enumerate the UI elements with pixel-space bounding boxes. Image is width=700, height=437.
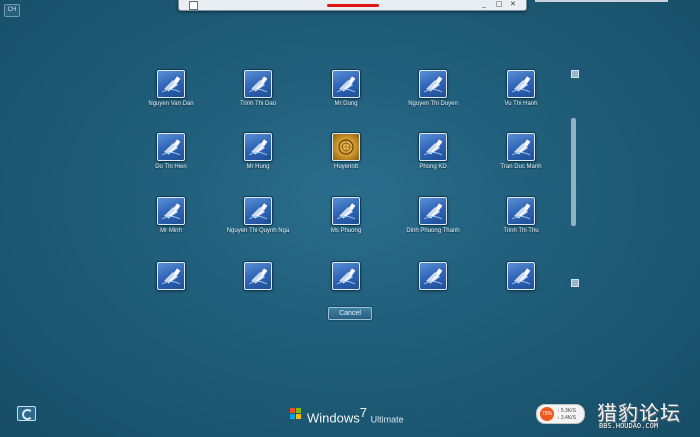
user-picture-icon [244, 70, 272, 98]
download-value: 3.4K/S [560, 415, 576, 421]
user-tile[interactable] [388, 262, 478, 314]
user-name: Mr Dung [334, 101, 358, 107]
network-speed-widget[interactable]: 76% ↑ 5.3K/S ↓ 3.4K/S [536, 404, 585, 424]
user-name: Vu Thi Hanh [504, 101, 538, 107]
user-picture-icon [419, 133, 447, 161]
user-tile[interactable]: Trinh Thi Thu [476, 197, 566, 249]
user-picture-icon [507, 133, 535, 161]
scrollbar-thumb[interactable] [571, 118, 576, 226]
ease-of-access-icon [22, 409, 33, 420]
upload-value: 5.3K/S [560, 408, 576, 414]
user-name: Phong KD [419, 164, 447, 170]
user-name: Trinh Thi Dao [239, 101, 276, 107]
user-picture-icon [419, 197, 447, 225]
brand-text: Windows7 Ultimate [307, 405, 404, 425]
user-tile[interactable] [126, 262, 216, 314]
user-picture-gold-icon [332, 133, 360, 161]
window-icon[interactable] [189, 1, 198, 10]
restore-button[interactable]: □ [496, 0, 503, 9]
scroll-up-button[interactable] [571, 70, 579, 78]
user-picture-icon [157, 197, 185, 225]
cancel-button[interactable]: Cancel [328, 307, 372, 320]
user-tile[interactable]: Do Thi Hien [126, 133, 216, 185]
user-tile[interactable]: Nguyen Thi Duyen [388, 70, 478, 122]
user-name: Trinh Thi Thu [503, 228, 539, 234]
download-rate: ↓ 3.4K/S [557, 415, 576, 421]
user-name: Ms Phuong [330, 228, 362, 234]
user-picture-icon [244, 133, 272, 161]
upload-rate: ↑ 5.3K/S [557, 408, 576, 414]
language-indicator[interactable]: CH [4, 4, 20, 17]
user-picture-icon [157, 262, 185, 290]
network-load-dial: 76% [540, 407, 554, 421]
user-tile[interactable]: Trinh Thi Dao [213, 70, 303, 122]
user-tile[interactable]: Nguyen Van Dan [126, 70, 216, 122]
user-tile[interactable]: Vu Thi Hanh [476, 70, 566, 122]
user-tile[interactable] [476, 262, 566, 314]
user-tile[interactable]: Tran Duc Manh [476, 133, 566, 185]
user-tile[interactable]: Mr Minh [126, 197, 216, 249]
brand-product: Windows [307, 410, 360, 426]
ease-of-access-button[interactable] [17, 406, 36, 421]
user-tile[interactable]: Nguyen Thi Quynh Nga [213, 197, 303, 249]
redacted-title-mark [327, 4, 379, 7]
scroll-down-button[interactable] [571, 279, 579, 287]
brand-version: 7 [359, 405, 367, 420]
close-button[interactable]: ✕ [510, 0, 516, 9]
user-name: Nguyen Van Dan [148, 101, 194, 107]
user-picture-icon [507, 262, 535, 290]
user-tile[interactable]: Mr Hung [213, 133, 303, 185]
user-picture-icon [332, 70, 360, 98]
user-tile[interactable]: Mr Dung [301, 70, 391, 122]
user-picture-icon [332, 197, 360, 225]
user-name: Tran Duc Manh [500, 164, 542, 170]
user-name: Mr Hung [246, 164, 270, 170]
brand-edition: Ultimate [370, 414, 404, 425]
user-picture-icon [157, 133, 185, 161]
user-picture-icon [244, 262, 272, 290]
user-tile[interactable]: Dinh Phuong Thanh [388, 197, 478, 249]
user-picture-icon [419, 70, 447, 98]
forum-watermark: 猎豹论坛 BBS.HOUDAO.COM [597, 397, 700, 437]
user-picture-icon [507, 197, 535, 225]
minimize-button[interactable]: _ [482, 0, 486, 9]
user-name: Mr Minh [160, 228, 182, 234]
floating-taskbar: _ □ ✕ [178, 0, 527, 11]
user-picture-icon [244, 197, 272, 225]
user-tile[interactable]: Phong KD [388, 133, 478, 185]
user-name: Dinh Phuong Thanh [406, 228, 460, 234]
user-name: Huyenntt [333, 164, 358, 170]
user-name: Nguyen Thi Duyen [408, 101, 458, 107]
user-name: Do Thi Hien [155, 164, 187, 170]
user-picture-icon [419, 262, 447, 290]
user-picture-icon [157, 70, 185, 98]
top-right-bar [535, 0, 668, 2]
windows-logo-icon [290, 408, 302, 420]
watermark-url: BBS.HOUDAO.COM [599, 422, 659, 430]
user-tile[interactable]: Huyenntt [301, 133, 391, 185]
user-tile[interactable]: Ms Phuong [301, 197, 391, 249]
user-picture-icon [507, 70, 535, 98]
user-picture-icon [332, 262, 360, 290]
user-name: Nguyen Thi Quynh Nga [226, 228, 290, 234]
user-tile[interactable] [213, 262, 303, 314]
